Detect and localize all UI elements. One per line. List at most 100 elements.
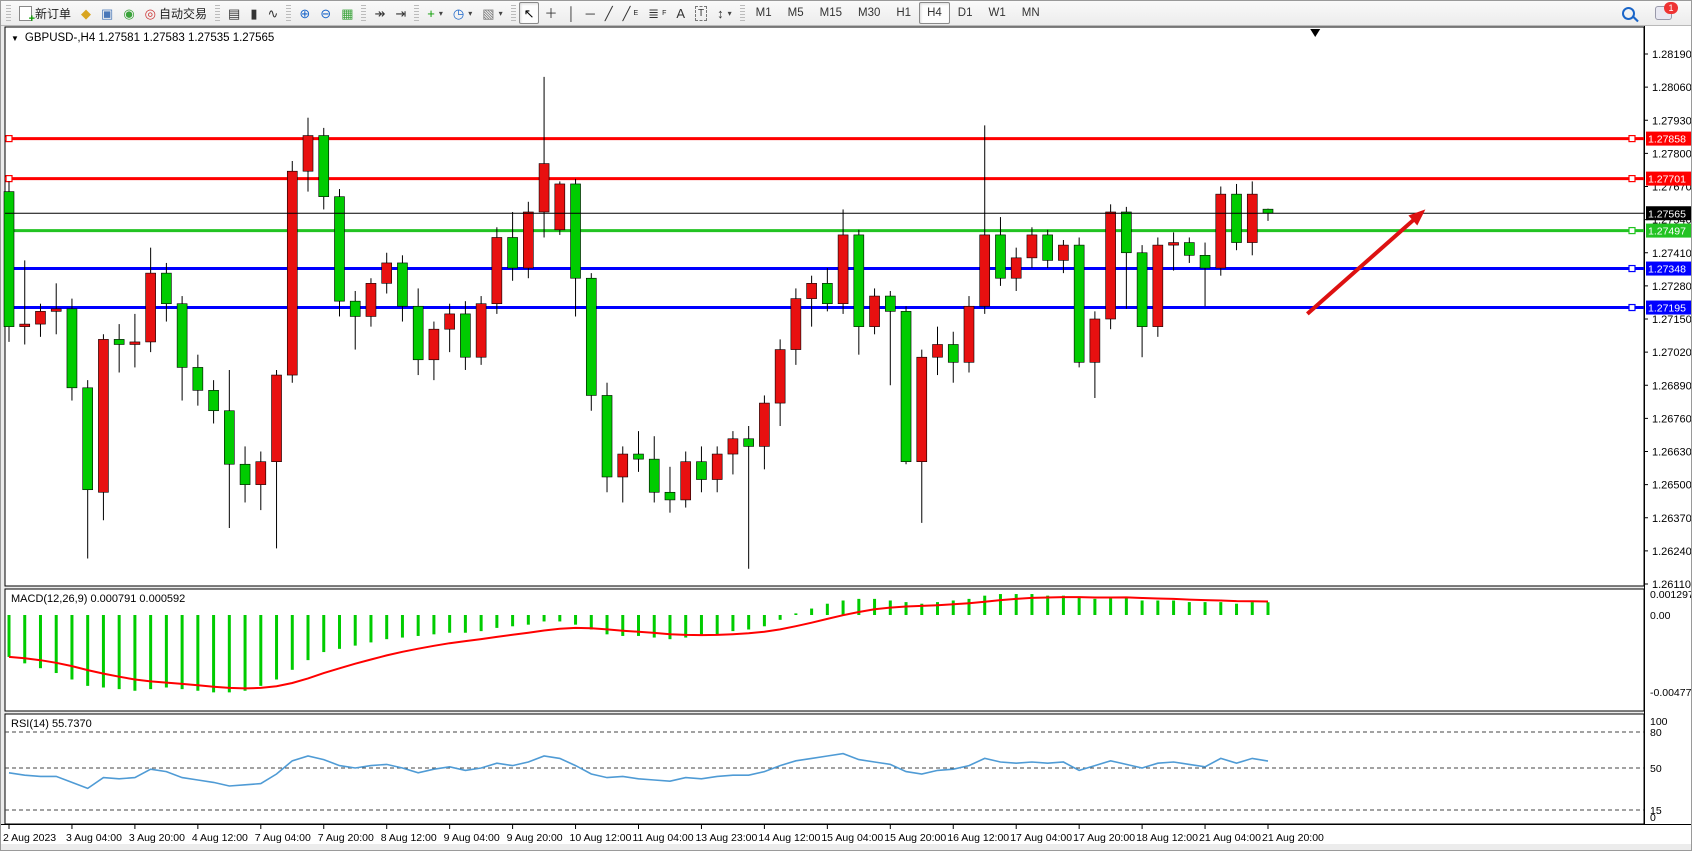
chart-shift-icon: ⇥	[395, 7, 406, 20]
zoom-out-button[interactable]: ⊖	[315, 2, 336, 24]
timeframe-m5[interactable]: M5	[780, 2, 812, 24]
time-axis-label: 21 Aug 20:00	[1262, 832, 1324, 844]
cursor-tool[interactable]: ↖	[519, 2, 540, 24]
toolbar-grip	[511, 5, 516, 21]
line-chart-button[interactable]: ∿	[262, 2, 283, 24]
data-window-icon: ▣	[101, 7, 113, 20]
svg-text:1.28060: 1.28060	[1652, 82, 1692, 94]
time-axis-label: 11 Aug 04:00	[633, 832, 694, 844]
text-tool[interactable]: A	[671, 2, 690, 24]
search-icon	[1622, 7, 1635, 20]
autotrade-button-label: 自动交易	[159, 5, 207, 22]
time-axis-label: 21 Aug 04:00	[1199, 832, 1261, 844]
toolbar-grip	[414, 5, 419, 21]
toolbar-grip	[215, 5, 220, 21]
time-axis-label: 17 Aug 04:00	[1010, 832, 1072, 844]
timeframe-h1[interactable]: H1	[888, 2, 919, 24]
market-watch-button[interactable]: ◆	[76, 2, 96, 24]
bar-chart-button[interactable]: ▤	[223, 2, 245, 24]
signal-icon: ◉	[123, 7, 134, 20]
time-axis-label: 8 Aug 12:00	[381, 832, 437, 844]
timeframe-h4[interactable]: H4	[919, 2, 950, 24]
text-label-tool[interactable]: T	[690, 2, 712, 24]
chart-collapse-icon[interactable]: ▼	[11, 34, 19, 43]
signal-button[interactable]: ◉	[118, 2, 139, 24]
templates-button[interactable]: ▧▾	[477, 2, 507, 24]
channel-tool[interactable]: ╱E	[618, 2, 644, 24]
autotrade-icon: ◎	[145, 7, 156, 20]
time-axis-label: 3 Aug 04:00	[66, 832, 122, 844]
line-chart-icon: ∿	[267, 7, 278, 20]
toolbar-grip	[6, 5, 11, 21]
time-axis-label: 7 Aug 20:00	[318, 832, 374, 844]
search-button[interactable]	[1617, 2, 1640, 24]
toolbar-grip	[361, 5, 366, 21]
new-order-button[interactable]: +新订单	[14, 2, 76, 24]
time-axis-label: 10 Aug 12:00	[570, 832, 632, 844]
trendline-tool[interactable]: ╱	[600, 2, 618, 24]
mt4-window: +新订单 ◆ ▣ ◉ ◎自动交易 ▤ ▮ ∿ ⊕ ⊖ ▦ ↠ ⇥ +▾◷▾▧▾ ↖＋ │ ─ ╱╱E≣FAT↕▾ M…	[0, 0, 1692, 851]
main-toolbar: +新订单 ◆ ▣ ◉ ◎自动交易 ▤ ▮ ∿ ⊕ ⊖ ▦ ↠ ⇥ +▾◷▾▧▾ ↖＋ │ ─ ╱╱E≣FAT↕▾ M…	[1, 1, 1691, 26]
hline-icon: ─	[586, 7, 595, 20]
svg-text:1.27701: 1.27701	[1648, 174, 1686, 186]
svg-text:0.001297: 0.001297	[1650, 589, 1692, 601]
svg-text:0: 0	[1650, 812, 1656, 824]
timeframe-m1[interactable]: M1	[748, 2, 780, 24]
candle-chart-button[interactable]: ▮	[245, 2, 262, 24]
svg-text:1.26630: 1.26630	[1652, 447, 1692, 459]
svg-text:1.27930: 1.27930	[1652, 115, 1692, 127]
time-axis-label: 7 Aug 04:00	[255, 832, 311, 844]
zoom-in-button[interactable]: ⊕	[294, 2, 315, 24]
chart-canvas[interactable]: 1.281901.280601.279301.278001.276701.275…	[1, 26, 1692, 851]
timeframe-m30[interactable]: M30	[850, 2, 888, 24]
svg-text:1.27020: 1.27020	[1652, 347, 1692, 359]
market-watch-icon: ◆	[81, 7, 91, 20]
svg-text:1.26500: 1.26500	[1652, 480, 1692, 492]
new-order-button-label: 新订单	[35, 5, 71, 22]
notifications-button[interactable]: 1	[1650, 2, 1677, 24]
autotrade-button[interactable]: ◎自动交易	[140, 2, 212, 24]
candle-chart-icon: ▮	[250, 7, 257, 20]
fibonacci-tool[interactable]: ≣F	[643, 2, 671, 24]
time-axis-label: 16 Aug 12:00	[947, 832, 1009, 844]
crosshair-tool[interactable]: ＋	[539, 2, 562, 24]
toolbar-grip	[740, 5, 745, 21]
channel-icon: ╱	[623, 7, 631, 20]
time-axis-label: 3 Aug 20:00	[129, 832, 185, 844]
svg-text:1.27497: 1.27497	[1648, 226, 1686, 238]
zoom-in-icon: ⊕	[299, 7, 310, 20]
svg-text:1.27150: 1.27150	[1652, 314, 1692, 326]
svg-text:1.27800: 1.27800	[1652, 148, 1692, 160]
rsi-pane	[5, 714, 1644, 824]
chart-title-text: GBPUSD-,H4 1.27581 1.27583 1.27535 1.275…	[25, 32, 274, 44]
time-axis-label: 18 Aug 12:00	[1136, 832, 1198, 844]
vline-icon: │	[568, 7, 576, 20]
tile-windows-icon: ▦	[341, 7, 353, 20]
time-axis-label: 9 Aug 20:00	[507, 832, 563, 844]
arrows-icon: ↕	[717, 7, 724, 20]
timeframe-mn[interactable]: MN	[1014, 2, 1048, 24]
data-window-button[interactable]: ▣	[96, 2, 118, 24]
periods-button[interactable]: ◷▾	[448, 2, 477, 24]
macd-pane	[5, 589, 1644, 711]
auto-scroll-button[interactable]: ↠	[369, 2, 390, 24]
svg-text:80: 80	[1650, 727, 1662, 739]
chart-title[interactable]: ▼ GBPUSD-,H4 1.27581 1.27583 1.27535 1.2…	[11, 32, 274, 44]
chart-shift-button[interactable]: ⇥	[390, 2, 411, 24]
svg-text:1.26370: 1.26370	[1652, 513, 1692, 525]
time-axis-label: 15 Aug 20:00	[884, 832, 946, 844]
hline-tool[interactable]: ─	[581, 2, 600, 24]
tile-windows-button[interactable]: ▦	[336, 2, 358, 24]
timeframe-m15[interactable]: M15	[812, 2, 850, 24]
timeframe-d1[interactable]: D1	[950, 2, 981, 24]
vline-tool[interactable]: │	[563, 2, 581, 24]
svg-text:1.26890: 1.26890	[1652, 380, 1692, 392]
time-axis-label: 2 Aug 2023	[3, 832, 56, 844]
time-axis-label: 14 Aug 12:00	[758, 832, 820, 844]
timeframe-w1[interactable]: W1	[980, 2, 1013, 24]
fibonacci-icon: ≣	[648, 7, 659, 20]
arrows-tool[interactable]: ↕▾	[712, 2, 737, 24]
templates-icon: ▧	[482, 7, 494, 20]
periods-icon: ◷	[453, 7, 464, 20]
indicators-button[interactable]: +▾	[422, 2, 448, 24]
